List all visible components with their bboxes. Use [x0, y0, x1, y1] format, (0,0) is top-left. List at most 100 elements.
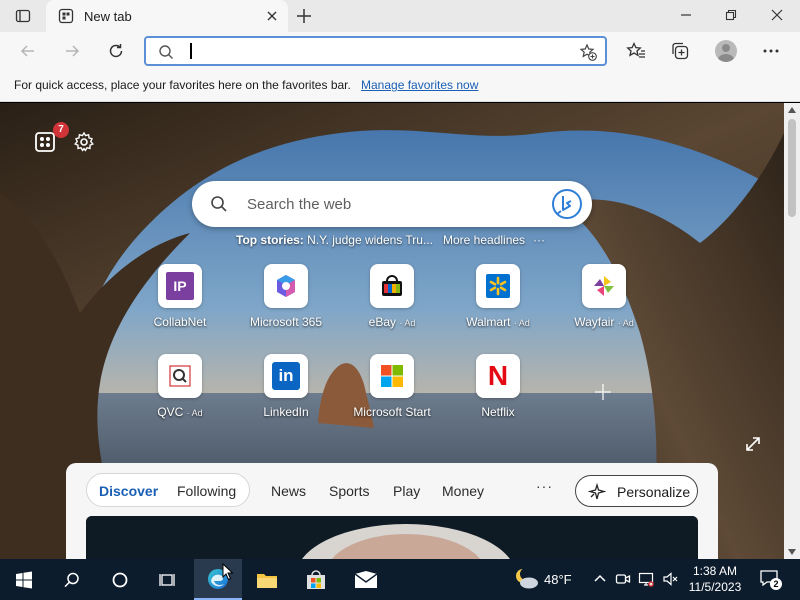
- task-view-button[interactable]: [144, 559, 192, 600]
- expand-icon[interactable]: [744, 435, 762, 453]
- add-quick-link-plus-icon[interactable]: [590, 379, 616, 405]
- quick-link-label: Walmart · Ad: [466, 315, 530, 329]
- taskbar-mail[interactable]: [342, 559, 390, 600]
- quick-link-microsoft-start[interactable]: Microsoft Start: [342, 354, 442, 434]
- qvc-logo-icon: [169, 365, 191, 387]
- weather-temperature: 48°F: [544, 572, 572, 587]
- favorites-bar: For quick access, place your favorites h…: [0, 70, 800, 102]
- more-headlines-link[interactable]: More headlines: [443, 233, 525, 247]
- quick-link-collabnet[interactable]: IP CollabNet: [130, 264, 230, 344]
- tab-money[interactable]: Money: [442, 483, 484, 499]
- forward-button[interactable]: [61, 40, 83, 62]
- volume-muted-icon[interactable]: [662, 571, 678, 587]
- linkedin-tile: in: [264, 354, 308, 398]
- quick-link-wayfair[interactable]: Wayfair · Ad: [554, 264, 654, 344]
- tab-following[interactable]: Following: [177, 483, 236, 499]
- feed-article-image[interactable]: [86, 516, 698, 559]
- action-center-button[interactable]: 2: [760, 570, 782, 590]
- collections-icon: [672, 42, 689, 60]
- taskbar-file-explorer[interactable]: [243, 559, 291, 600]
- meet-now-icon[interactable]: [615, 571, 631, 587]
- refresh-button[interactable]: [105, 40, 127, 62]
- start-button[interactable]: [0, 559, 48, 600]
- show-hidden-icons-chevron-icon[interactable]: [592, 571, 608, 587]
- profile-avatar[interactable]: [715, 40, 737, 62]
- new-tab-favicon-icon: [58, 8, 74, 24]
- quick-link-label: QVC · Ad: [157, 405, 203, 419]
- scroll-up-arrow-icon[interactable]: [788, 107, 796, 113]
- collabnet-logo-icon: IP: [166, 272, 194, 300]
- network-icon[interactable]: [638, 571, 654, 587]
- scroll-thumb[interactable]: [788, 119, 796, 217]
- tab-sports[interactable]: Sports: [329, 483, 369, 499]
- taskbar-weather[interactable]: 48°F: [514, 567, 578, 591]
- search-icon: [159, 45, 173, 59]
- quick-link-label: eBay · Ad: [368, 315, 416, 329]
- browser-toolbar: [0, 32, 800, 70]
- wayfair-logo-icon: [594, 276, 614, 296]
- top-story-headline[interactable]: Top stories: N.Y. judge widens Tru...: [236, 233, 433, 247]
- tab-play[interactable]: Play: [393, 483, 420, 499]
- settings-and-more-button[interactable]: [760, 40, 782, 62]
- page-settings-button[interactable]: [73, 131, 95, 153]
- article-photo-image: [86, 516, 698, 559]
- collections-button[interactable]: [669, 40, 691, 62]
- quick-link-netflix[interactable]: N Netflix: [448, 354, 548, 434]
- scroll-down-arrow-icon[interactable]: [788, 549, 796, 555]
- mail-icon: [354, 570, 378, 588]
- taskbar-search-button[interactable]: [48, 559, 96, 600]
- web-search-box[interactable]: [192, 181, 592, 227]
- quick-link-microsoft-365[interactable]: Microsoft 365: [236, 264, 336, 344]
- partly-cloudy-moon-icon: [516, 568, 538, 589]
- tab-actions-button[interactable]: [8, 5, 38, 27]
- feed-more-button[interactable]: ···: [536, 478, 553, 494]
- microsoft-365-tile: [264, 264, 308, 308]
- minimize-icon: [681, 14, 691, 16]
- taskbar: 48°F 1:38 AM 11/5/2023 2: [0, 559, 800, 600]
- page-scrollbar[interactable]: [784, 103, 800, 559]
- quick-link-walmart[interactable]: Walmart · Ad: [448, 264, 548, 344]
- restore-button[interactable]: [719, 4, 743, 26]
- app-launcher-icon: [35, 132, 55, 152]
- headlines-menu-button[interactable]: ···: [533, 233, 545, 247]
- favorites-button[interactable]: [625, 40, 647, 62]
- notification-badge: 7: [53, 122, 69, 138]
- qvc-tile: [158, 354, 202, 398]
- taskbar-store[interactable]: [292, 559, 340, 600]
- address-input[interactable]: [186, 41, 566, 61]
- quick-link-linkedin[interactable]: in LinkedIn: [236, 354, 336, 434]
- task-view-icon: [159, 573, 175, 586]
- address-bar[interactable]: [144, 36, 607, 66]
- tab-new-tab[interactable]: New tab: [46, 0, 288, 32]
- close-window-button[interactable]: [765, 4, 789, 26]
- taskbar-edge-app[interactable]: [194, 559, 242, 600]
- new-tab-page: 7 Top stories: N.Y. judge widens Tru... …: [0, 103, 784, 559]
- manage-favorites-link[interactable]: Manage favorites now: [361, 78, 478, 92]
- news-feed-panel: Discover Following News Sports Play Mone…: [66, 463, 718, 559]
- tab-news[interactable]: News: [271, 483, 306, 499]
- personalize-button[interactable]: Personalize: [575, 475, 698, 507]
- cortana-circle-icon: [112, 572, 128, 587]
- new-tab-plus-icon[interactable]: [294, 6, 314, 26]
- collabnet-tile: IP: [158, 264, 202, 308]
- cortana-button[interactable]: [96, 559, 144, 600]
- bing-chat-icon[interactable]: [550, 187, 584, 221]
- windows-logo-icon: [16, 571, 32, 588]
- add-favorite-star-icon[interactable]: [579, 43, 597, 61]
- app-launcher-button[interactable]: [34, 131, 56, 153]
- close-tab-icon[interactable]: [264, 8, 280, 24]
- mouse-cursor-icon: [222, 563, 234, 581]
- web-search-input[interactable]: [247, 194, 527, 214]
- tab-title: New tab: [84, 9, 132, 24]
- linkedin-logo-icon: in: [272, 362, 300, 390]
- taskbar-clock[interactable]: 1:38 AM 11/5/2023: [684, 563, 746, 595]
- quick-link-ebay[interactable]: eBay · Ad: [342, 264, 442, 344]
- minimize-button[interactable]: [674, 4, 698, 26]
- quick-link-qvc[interactable]: QVC · Ad: [130, 354, 230, 434]
- ebay-tile: [370, 264, 414, 308]
- tab-discover[interactable]: Discover: [99, 483, 158, 499]
- back-button[interactable]: [17, 40, 39, 62]
- tab-actions-icon: [15, 9, 31, 23]
- gear-icon: [74, 131, 94, 152]
- sparkle-icon: [588, 483, 606, 500]
